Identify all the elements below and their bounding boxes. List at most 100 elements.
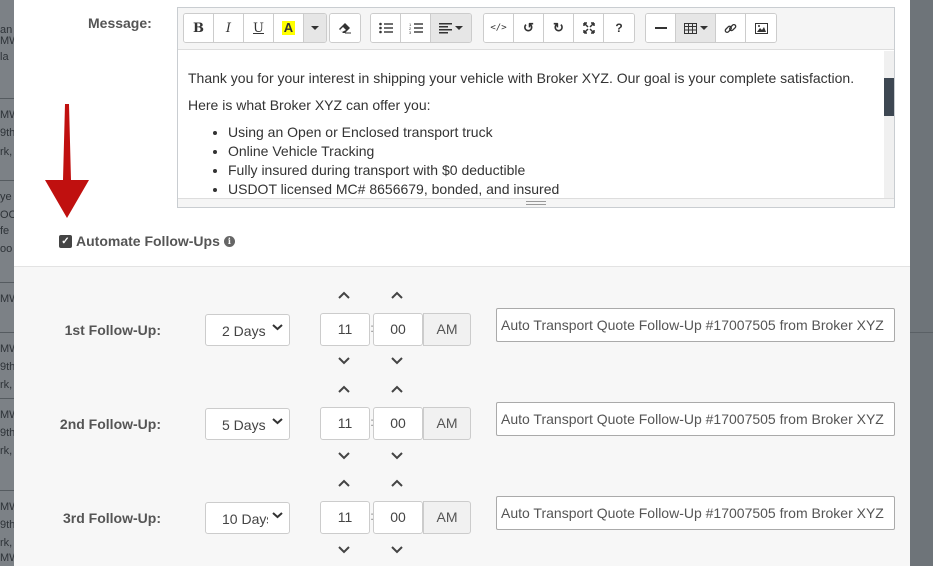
background-page-right	[910, 0, 933, 566]
highlight-icon: A	[281, 20, 296, 35]
minute-increment-button[interactable]	[390, 288, 404, 302]
follow-up-2-days-select[interactable]: 5 Days	[205, 408, 290, 440]
background-text: rk,	[0, 537, 13, 549]
list-item: Using an Open or Enclosed transport truc…	[228, 123, 874, 142]
hour-decrement-button[interactable]	[337, 449, 351, 463]
redo-icon: ↻	[553, 20, 564, 35]
background-text: MW	[0, 293, 14, 305]
chevron-down-icon	[455, 26, 463, 30]
grip-icon	[526, 201, 546, 205]
background-text: MW	[0, 35, 14, 47]
background-text: la	[0, 51, 9, 63]
hour-increment-button[interactable]	[337, 288, 351, 302]
highlight-button[interactable]: A	[274, 14, 304, 42]
background-page-left: an MW la MW 9th rk, ye OC fe oo MW MW 9t…	[0, 0, 14, 566]
minute-increment-button[interactable]	[390, 382, 404, 396]
numbered-list-button[interactable]: 123	[401, 14, 431, 42]
background-text: rk,	[0, 445, 13, 457]
hour-decrement-button[interactable]	[337, 354, 351, 368]
highlight-color-dropdown[interactable]	[304, 14, 326, 42]
follow-up-3-label: 3rd Follow-Up:	[63, 510, 161, 526]
chevron-up-icon	[338, 291, 350, 299]
chevron-down-icon	[272, 324, 283, 331]
underline-icon: U	[253, 20, 264, 36]
editor-resize-handle[interactable]	[178, 198, 894, 207]
code-view-icon: </>	[490, 23, 507, 33]
background-text: rk,	[0, 379, 13, 391]
chevron-up-icon	[391, 291, 403, 299]
chevron-up-icon	[338, 385, 350, 393]
code-view-button[interactable]: </>	[484, 14, 514, 42]
chevron-up-icon	[338, 479, 350, 487]
minute-decrement-button[interactable]	[390, 543, 404, 557]
editor-scrollbar[interactable]	[884, 51, 894, 199]
red-arrow-annotation	[45, 104, 89, 218]
follow-up-1-minute[interactable]: 00	[373, 313, 423, 346]
background-text: MW	[0, 109, 14, 121]
background-text: MW	[0, 501, 14, 513]
image-icon	[754, 22, 768, 34]
background-text: 9th	[0, 519, 14, 531]
follow-up-modal: Message: B I U A 123 </> ↺ ↻ ? Thank you…	[14, 0, 910, 566]
list-item: Online Vehicle Tracking	[228, 142, 874, 161]
background-text: fe	[0, 225, 10, 237]
follow-up-1-hour[interactable]: 11	[320, 313, 370, 346]
clear-format-button[interactable]	[330, 14, 360, 42]
link-button[interactable]	[716, 14, 746, 42]
follow-up-2-minute[interactable]: 00	[373, 407, 423, 440]
editor-content[interactable]: Thank you for your interest in shipping …	[178, 51, 884, 199]
minute-decrement-button[interactable]	[390, 449, 404, 463]
list-item: Fully insured during transport with $0 d…	[228, 161, 874, 180]
editor-toolbar: B I U A 123 </> ↺ ↻ ?	[178, 8, 894, 50]
follow-up-1-days-select[interactable]: 2 Days	[205, 314, 290, 346]
background-text: oo	[0, 243, 13, 255]
chevron-down-icon	[338, 452, 350, 460]
minute-increment-button[interactable]	[390, 476, 404, 490]
follow-up-3-hour[interactable]: 11	[320, 501, 370, 534]
hour-increment-button[interactable]	[337, 382, 351, 396]
help-button[interactable]: ?	[604, 14, 634, 42]
info-icon[interactable]: i	[223, 235, 235, 247]
follow-up-3-days-select[interactable]: 10 Days	[205, 502, 290, 534]
chevron-down-icon	[391, 452, 403, 460]
italic-button[interactable]: I	[214, 14, 244, 42]
automate-follow-ups: ✓ Automate Follow-Ups i	[59, 233, 235, 249]
follow-up-2-hour[interactable]: 11	[320, 407, 370, 440]
follow-up-2-subject-input[interactable]: Auto Transport Quote Follow-Up #17007505…	[496, 402, 895, 436]
minute-decrement-button[interactable]	[390, 354, 404, 368]
follow-up-panel: 1st Follow-Up: 2 Days 11 : 00 AM Auto Tr…	[14, 266, 910, 566]
bullet-list-button[interactable]	[371, 14, 401, 42]
follow-up-1-subject-input[interactable]: Auto Transport Quote Follow-Up #17007505…	[496, 308, 895, 342]
chevron-down-icon	[311, 26, 319, 30]
horizontal-rule-button[interactable]	[646, 14, 676, 42]
chevron-up-icon	[391, 479, 403, 487]
follow-up-1-ampm-toggle[interactable]: AM	[423, 313, 471, 346]
align-dropdown[interactable]	[431, 14, 471, 42]
table-dropdown[interactable]	[676, 14, 716, 42]
background-text: 9th	[0, 361, 14, 373]
italic-icon: I	[225, 20, 232, 36]
follow-up-3-minute[interactable]: 00	[373, 501, 423, 534]
bold-button[interactable]: B	[184, 14, 214, 42]
follow-up-2-ampm-toggle[interactable]: AM	[423, 407, 471, 440]
redo-button[interactable]: ↻	[544, 14, 574, 42]
automate-label: Automate Follow-Ups	[76, 233, 220, 249]
editor-scroll-thumb[interactable]	[884, 78, 894, 116]
automate-checkbox[interactable]: ✓	[59, 234, 72, 248]
list-item: USDOT licensed MC# 8656679, bonded, and …	[228, 180, 874, 199]
follow-up-3-subject-input[interactable]: Auto Transport Quote Follow-Up #17007505…	[496, 496, 895, 530]
follow-up-3-ampm-toggle[interactable]: AM	[423, 501, 471, 534]
image-button[interactable]	[746, 14, 776, 42]
chevron-down-icon	[391, 546, 403, 554]
hour-decrement-button[interactable]	[337, 543, 351, 557]
hour-increment-button[interactable]	[337, 476, 351, 490]
horizontal-rule-icon	[654, 27, 667, 29]
eraser-icon	[339, 23, 351, 34]
underline-button[interactable]: U	[244, 14, 274, 42]
undo-button[interactable]: ↺	[514, 14, 544, 42]
background-text: rk,	[0, 146, 13, 158]
chevron-down-icon	[338, 546, 350, 554]
background-text: 9th	[0, 127, 14, 139]
fullscreen-icon	[582, 22, 595, 34]
fullscreen-button[interactable]	[574, 14, 604, 42]
